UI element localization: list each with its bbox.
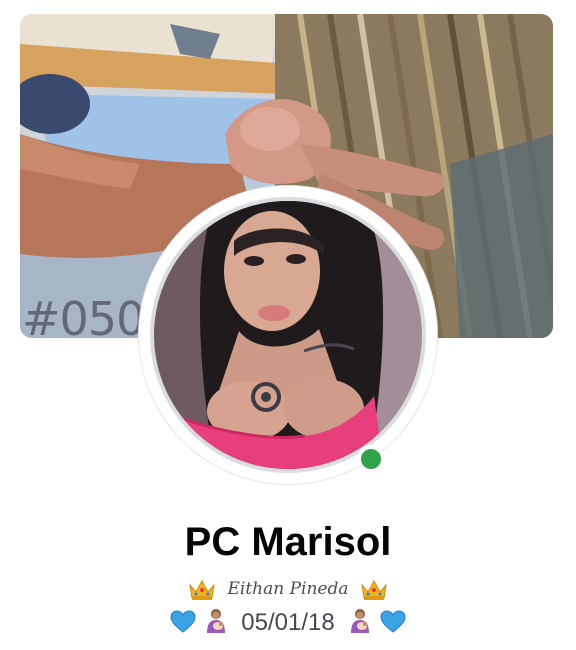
cover-watermark-text: #050 — [22, 292, 145, 338]
online-status-indicator — [357, 445, 385, 473]
bio-date: 05/01/18 — [241, 609, 335, 636]
mother-baby-icon — [347, 608, 373, 641]
profile-picture-frame — [150, 197, 426, 473]
blue-heart-icon — [170, 610, 196, 641]
profile-picture[interactable] — [139, 186, 437, 484]
profile-name: PC Marisol — [184, 520, 392, 564]
bio-line-1: Eithan Pineda — [0, 577, 576, 607]
crown-icon — [189, 579, 216, 607]
crown-icon — [360, 579, 387, 607]
bio-child-name: Eithan Pineda — [227, 579, 349, 599]
bio-line-2: 05/01/18 — [0, 608, 576, 641]
profile-picture-image — [154, 201, 422, 469]
blue-heart-icon — [380, 610, 406, 641]
mother-baby-icon — [203, 608, 229, 641]
